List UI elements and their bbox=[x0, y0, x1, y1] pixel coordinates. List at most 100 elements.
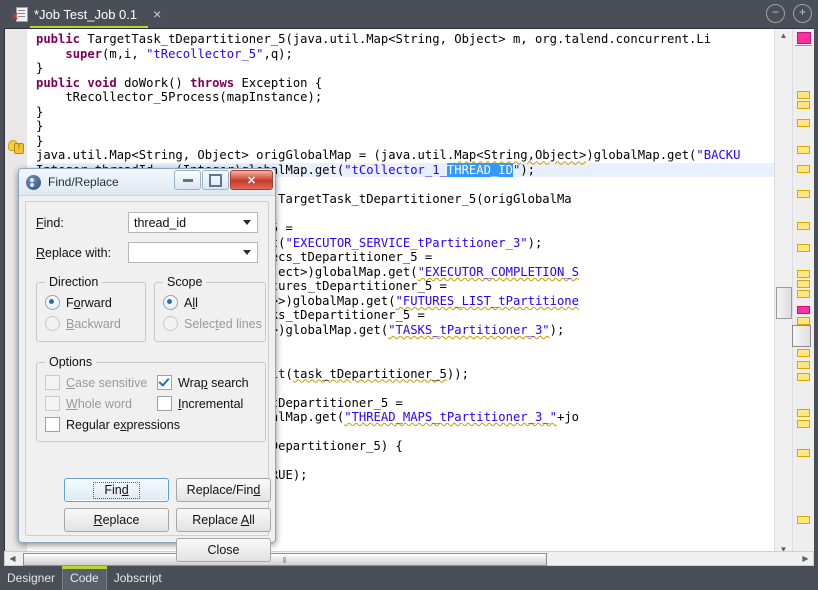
replace-all-button-label: Replace All bbox=[192, 513, 255, 527]
chevron-down-icon[interactable] bbox=[243, 220, 251, 225]
overview-warning-marker[interactable] bbox=[797, 280, 810, 288]
overview-warning-marker[interactable] bbox=[797, 420, 810, 428]
warning-bulb-icon[interactable]: ! bbox=[8, 139, 23, 153]
scroll-up-icon[interactable]: ▲ bbox=[775, 29, 792, 43]
find-label: Find: bbox=[36, 216, 128, 230]
replace-find-button[interactable]: Replace/Find bbox=[176, 478, 271, 502]
dialog-window-buttons: ✕ bbox=[174, 170, 273, 190]
checkbox-case-sensitive-box[interactable] bbox=[45, 375, 60, 390]
checkbox-case-sensitive[interactable]: Case sensitive bbox=[45, 375, 147, 390]
editor-right-rail: ▲ ▼ bbox=[774, 29, 813, 557]
vertical-scroll-thumb[interactable] bbox=[776, 287, 792, 319]
checkbox-whole-word-box[interactable] bbox=[45, 396, 60, 411]
find-button[interactable]: Find bbox=[64, 478, 169, 502]
checkbox-wrap-search[interactable]: Wrap search bbox=[157, 375, 249, 390]
checkbox-regular-expressions[interactable]: Regular expressions bbox=[45, 417, 180, 432]
editor-tab-job-test-job[interactable]: x *Job Test_Job 0.1 × bbox=[6, 0, 167, 28]
overview-warning-marker[interactable] bbox=[797, 165, 810, 173]
options-group: Options Case sensitive Wrap search Whole… bbox=[36, 362, 266, 442]
dialog-body: Find: thread_id Replace with: Direction bbox=[25, 201, 269, 536]
direction-group: Direction Forward Backward bbox=[36, 282, 146, 342]
radio-all[interactable]: All bbox=[163, 295, 198, 310]
checkbox-incremental-box[interactable] bbox=[157, 396, 172, 411]
vertical-scrollbar[interactable]: ▲ ▼ bbox=[774, 29, 792, 557]
radio-backward-label: Backward bbox=[66, 317, 121, 331]
checkbox-whole-word[interactable]: Whole word bbox=[45, 396, 132, 411]
scope-legend: Scope bbox=[163, 275, 206, 289]
overview-warning-marker[interactable] bbox=[797, 190, 810, 198]
scope-group: Scope All Selected lines bbox=[154, 282, 266, 342]
options-legend: Options bbox=[45, 355, 96, 369]
overview-warning-marker[interactable] bbox=[797, 373, 810, 381]
horizontal-scrollbar[interactable]: ◀ ‖ ▶ bbox=[4, 551, 814, 566]
view-tab-bar: Designer Code Jobscript bbox=[0, 566, 818, 590]
checkbox-regular-expressions-label: Regular expressions bbox=[66, 418, 180, 432]
tab-designer[interactable]: Designer bbox=[0, 566, 62, 590]
radio-forward[interactable]: Forward bbox=[45, 295, 112, 310]
replace-all-button[interactable]: Replace All bbox=[176, 508, 271, 532]
dialog-close-button[interactable]: ✕ bbox=[230, 170, 273, 190]
overview-warning-marker[interactable] bbox=[797, 349, 810, 357]
radio-all-label: All bbox=[184, 296, 198, 310]
overview-warning-marker[interactable] bbox=[797, 101, 810, 109]
overview-warning-marker[interactable] bbox=[797, 91, 810, 99]
find-replace-icon bbox=[26, 175, 41, 190]
replace-row: Replace with: bbox=[36, 242, 258, 263]
replace-find-button-label: Replace/Find bbox=[187, 483, 261, 497]
overview-warning-marker[interactable] bbox=[797, 270, 810, 278]
overview-warning-marker[interactable] bbox=[797, 317, 810, 325]
overview-warning-marker[interactable] bbox=[797, 119, 810, 127]
replace-button-label: Replace bbox=[94, 513, 140, 527]
overview-warning-marker[interactable] bbox=[797, 409, 810, 417]
replace-button[interactable]: Replace bbox=[64, 508, 169, 532]
radio-forward-indicator[interactable] bbox=[45, 295, 60, 310]
checkbox-wrap-search-box[interactable] bbox=[157, 375, 172, 390]
dialog-minimize-button[interactable] bbox=[174, 170, 201, 190]
replace-label: Replace with: bbox=[36, 246, 128, 260]
direction-legend: Direction bbox=[45, 275, 102, 289]
radio-forward-label: Forward bbox=[66, 296, 112, 310]
overview-error-marker[interactable] bbox=[797, 306, 810, 314]
radio-backward-indicator[interactable] bbox=[45, 316, 60, 331]
find-input-value: thread_id bbox=[129, 216, 186, 230]
find-input[interactable]: thread_id bbox=[128, 212, 258, 233]
job-file-icon: x bbox=[12, 6, 28, 22]
scroll-left-icon[interactable]: ◀ bbox=[5, 552, 20, 565]
find-replace-dialog: Find/Replace ✕ Find: thread_id Replace w… bbox=[18, 168, 276, 543]
close-button[interactable]: Close bbox=[176, 538, 271, 562]
radio-selected-lines[interactable]: Selected lines bbox=[163, 316, 262, 331]
overview-warning-marker[interactable] bbox=[797, 449, 810, 457]
radio-selected-lines-indicator[interactable] bbox=[163, 316, 178, 331]
find-row: Find: thread_id bbox=[36, 212, 258, 233]
checkbox-incremental[interactable]: Incremental bbox=[157, 396, 243, 411]
chevron-down-icon[interactable] bbox=[243, 250, 251, 255]
overview-error-marker[interactable] bbox=[797, 32, 811, 44]
overview-viewport-indicator[interactable] bbox=[792, 325, 811, 347]
checkbox-incremental-label: Incremental bbox=[178, 397, 243, 411]
close-icon[interactable]: × bbox=[153, 7, 161, 21]
window-controls: − + bbox=[766, 4, 812, 23]
overview-warning-marker[interactable] bbox=[797, 146, 810, 154]
tab-jobscript[interactable]: Jobscript bbox=[107, 566, 169, 590]
radio-all-indicator[interactable] bbox=[163, 295, 178, 310]
tab-code[interactable]: Code bbox=[62, 566, 107, 590]
overview-warning-marker[interactable] bbox=[797, 290, 810, 298]
horizontal-scroll-thumb[interactable]: ‖ bbox=[23, 553, 547, 566]
checkbox-wrap-search-label: Wrap search bbox=[178, 376, 249, 390]
dialog-maximize-button[interactable] bbox=[202, 170, 229, 190]
checkbox-regular-expressions-box[interactable] bbox=[45, 417, 60, 432]
overview-divider bbox=[795, 45, 812, 46]
overview-ruler[interactable] bbox=[792, 29, 814, 557]
maximize-button[interactable]: + bbox=[793, 4, 812, 23]
radio-backward[interactable]: Backward bbox=[45, 316, 121, 331]
scroll-right-icon[interactable]: ▶ bbox=[798, 552, 813, 565]
overview-warning-marker[interactable] bbox=[797, 222, 810, 230]
minimize-button[interactable]: − bbox=[766, 4, 785, 23]
replace-input[interactable] bbox=[128, 242, 258, 263]
overview-warning-marker[interactable] bbox=[797, 516, 810, 524]
overview-warning-marker[interactable] bbox=[797, 244, 810, 252]
overview-warning-marker[interactable] bbox=[797, 361, 810, 369]
dialog-title-bar[interactable]: Find/Replace ✕ bbox=[19, 169, 275, 196]
checkbox-whole-word-label: Whole word bbox=[66, 397, 132, 411]
editor-tab-label: *Job Test_Job 0.1 bbox=[34, 7, 137, 22]
